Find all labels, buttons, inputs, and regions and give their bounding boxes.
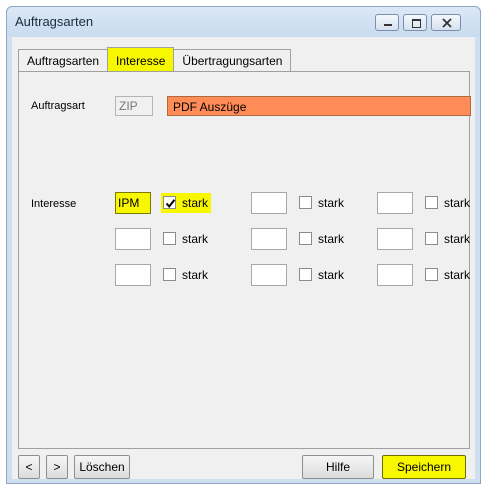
interesse-field-3[interactable]	[377, 192, 413, 214]
prev-button[interactable]: <	[18, 455, 40, 479]
tab-auftragsarten[interactable]: Auftragsarten	[18, 49, 109, 71]
interesse-field-6[interactable]	[377, 228, 413, 250]
tab-interesse[interactable]: Interesse	[107, 47, 175, 71]
stark-label: stark	[182, 268, 209, 282]
checkbox-box[interactable]	[425, 268, 438, 281]
interesse-field-1[interactable]: IPM	[115, 192, 151, 214]
stark-checkbox-6[interactable]: stark	[423, 229, 473, 249]
interesse-field-7[interactable]	[115, 264, 151, 286]
tab-uebertragungsarten[interactable]: Übertragungsarten	[173, 49, 292, 71]
dialog-window: Auftragsarten Auftragsarten Interesse Üb…	[6, 6, 481, 484]
stark-checkbox-4[interactable]: stark	[161, 229, 211, 249]
stark-label: stark	[318, 268, 345, 282]
stark-checkbox-5[interactable]: stark	[297, 229, 347, 249]
window-title: Auftragsarten	[15, 14, 94, 29]
checkbox-box[interactable]	[425, 196, 438, 209]
button-bar: < > Löschen Hilfe Speichern	[18, 455, 470, 479]
help-button[interactable]: Hilfe	[302, 455, 374, 479]
checkbox-box[interactable]	[425, 232, 438, 245]
close-icon	[442, 18, 452, 28]
checkbox-box[interactable]	[299, 196, 312, 209]
dialog-client: Auftragsarten Interesse Übertragungsarte…	[12, 37, 475, 479]
interesse-field-2[interactable]	[251, 192, 287, 214]
stark-label: stark	[444, 268, 471, 282]
stark-label: stark	[444, 232, 471, 246]
stark-checkbox-8[interactable]: stark	[297, 265, 347, 285]
delete-button[interactable]: Löschen	[74, 455, 130, 479]
auftragsart-label: Auftragsart	[31, 100, 85, 112]
save-button[interactable]: Speichern	[382, 455, 466, 479]
stark-checkbox-1[interactable]: stark	[161, 193, 212, 213]
stark-checkbox-9[interactable]: stark	[423, 265, 473, 285]
checkbox-box[interactable]	[299, 268, 312, 281]
auftragsart-code-field: ZIP	[115, 96, 153, 116]
stark-label: stark	[318, 232, 345, 246]
checkbox-box[interactable]	[163, 196, 176, 209]
stark-checkbox-2[interactable]: stark	[297, 193, 347, 213]
stark-label: stark	[182, 196, 209, 210]
tab-strip: Auftragsarten Interesse Übertragungsarte…	[18, 47, 292, 71]
interesse-field-5[interactable]	[251, 228, 287, 250]
close-button[interactable]	[431, 14, 461, 31]
title-bar[interactable]: Auftragsarten	[7, 7, 480, 37]
interesse-field-9[interactable]	[377, 264, 413, 286]
checkbox-box[interactable]	[299, 232, 312, 245]
interesse-label: Interesse	[31, 198, 77, 210]
checkbox-box[interactable]	[163, 268, 176, 281]
stark-label: stark	[318, 196, 345, 210]
stark-label: stark	[182, 232, 209, 246]
tab-panel-interesse: Auftragsart ZIP PDF Auszüge Interesse IP…	[18, 71, 473, 449]
checkbox-box[interactable]	[163, 232, 176, 245]
stark-checkbox-7[interactable]: stark	[161, 265, 211, 285]
minimize-button[interactable]	[375, 14, 399, 31]
checkmark-icon	[165, 199, 176, 209]
interesse-field-8[interactable]	[251, 264, 287, 286]
stark-checkbox-3[interactable]: stark	[423, 193, 473, 213]
stark-label: stark	[444, 196, 471, 210]
auftragsart-description-field[interactable]: PDF Auszüge	[167, 96, 471, 116]
interesse-field-4[interactable]	[115, 228, 151, 250]
next-button[interactable]: >	[46, 455, 68, 479]
maximize-button[interactable]	[403, 14, 427, 31]
